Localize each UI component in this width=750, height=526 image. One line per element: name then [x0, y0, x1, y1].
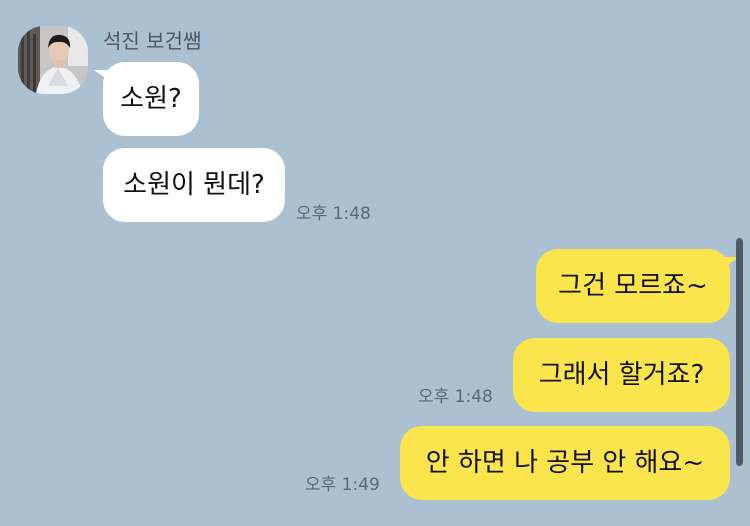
- bubble-tail: [94, 70, 108, 80]
- chat-room: 석진 보건쌤 소원? 소원이 뭔데? 오후 1:48 그건 모르죠~ 그래서 할…: [0, 0, 750, 526]
- scrollbar[interactable]: [736, 238, 743, 466]
- message-bubble-incoming[interactable]: 소원이 뭔데?: [103, 148, 285, 222]
- profile-photo-icon: [18, 26, 88, 94]
- message-timestamp: 오후 1:48: [296, 204, 371, 224]
- message-text: 그래서 할거죠?: [538, 360, 705, 390]
- message-timestamp: 오후 1:49: [305, 475, 380, 495]
- sender-name: 석진 보건쌤: [103, 29, 202, 53]
- message-bubble-incoming[interactable]: 소원?: [94, 62, 199, 136]
- message-text: 소원?: [120, 84, 182, 114]
- message-text: 안 하면 나 공부 안 해요~: [425, 448, 705, 478]
- message-text: 그건 모르죠~: [558, 271, 708, 301]
- message-bubble-outgoing[interactable]: 그래서 할거죠?: [513, 338, 730, 412]
- message-bubble-outgoing[interactable]: 안 하면 나 공부 안 해요~: [400, 426, 730, 500]
- message-timestamp: 오후 1:48: [418, 387, 493, 407]
- avatar[interactable]: [18, 26, 88, 94]
- message-text: 소원이 뭔데?: [123, 170, 265, 200]
- message-bubble-outgoing[interactable]: 그건 모르죠~: [536, 249, 739, 323]
